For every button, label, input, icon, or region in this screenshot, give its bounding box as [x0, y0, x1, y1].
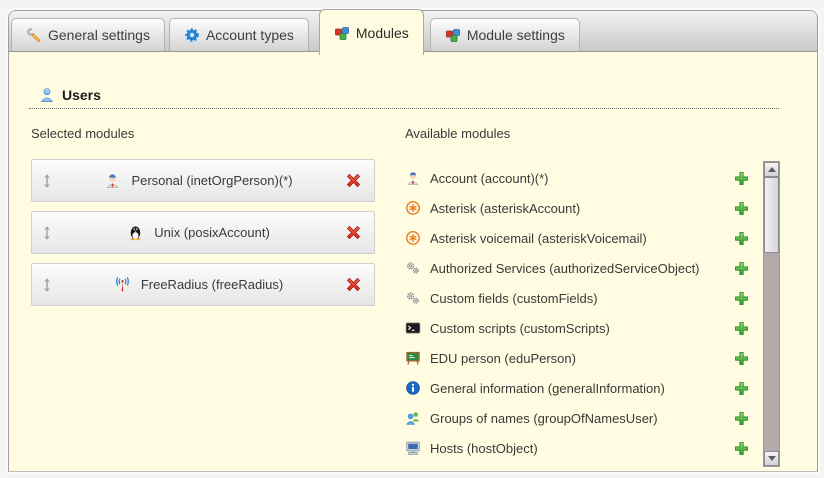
- plus-icon: [734, 351, 749, 366]
- add-module-button[interactable]: [734, 411, 749, 426]
- person-icon: [405, 170, 422, 187]
- tab-account-types[interactable]: Account types: [169, 18, 309, 51]
- radio-antenna-icon: [114, 276, 131, 293]
- gears-icon: [405, 260, 422, 277]
- module-label: Custom scripts (customScripts): [430, 321, 610, 336]
- triangle-down-icon: [768, 456, 776, 461]
- tab-module-settings[interactable]: Module settings: [430, 18, 580, 51]
- delete-x-icon: [345, 276, 362, 293]
- selected-modules-column: Selected modules: [31, 126, 375, 315]
- drag-handle-icon[interactable]: [42, 225, 52, 241]
- add-module-button[interactable]: [734, 231, 749, 246]
- module-entry: Unix (posixAccount): [52, 224, 345, 241]
- available-module-row-authorized-services: Authorized Services (authorizedServiceOb…: [405, 253, 749, 283]
- delete-x-icon: [345, 224, 362, 241]
- tab-modules[interactable]: Modules: [319, 9, 424, 55]
- users-section-header: Users: [29, 87, 779, 109]
- module-label: Authorized Services (authorizedServiceOb…: [430, 261, 700, 276]
- add-module-button[interactable]: [734, 261, 749, 276]
- asterisk-icon: [405, 200, 422, 217]
- module-label: Account (account)(*): [430, 171, 549, 186]
- scrollbar-thumb[interactable]: [764, 177, 779, 253]
- module-label: Groups of names (groupOfNamesUser): [430, 411, 658, 426]
- plus-icon: [734, 231, 749, 246]
- add-module-button[interactable]: [734, 321, 749, 336]
- remove-module-button[interactable]: [345, 224, 362, 241]
- scroll-up-button[interactable]: [764, 162, 779, 177]
- drag-handle-icon[interactable]: [42, 173, 52, 189]
- remove-module-button[interactable]: [345, 172, 362, 189]
- add-module-button[interactable]: [734, 171, 749, 186]
- available-module-row-hosts: Hosts (hostObject): [405, 433, 749, 463]
- available-module-row-asterisk-voicemail: Asterisk voicemail (asteriskVoicemail): [405, 223, 749, 253]
- module-label: Asterisk voicemail (asteriskVoicemail): [430, 231, 647, 246]
- plus-icon: [734, 171, 749, 186]
- tab-bar: General settings Account types Modules: [9, 11, 817, 52]
- plus-icon: [734, 291, 749, 306]
- tab-label: Module settings: [467, 27, 565, 43]
- module-label: Unix (posixAccount): [154, 225, 270, 240]
- available-module-row-general-information: General information (generalInformation): [405, 373, 749, 403]
- module-entry: FreeRadius (freeRadius): [52, 276, 345, 293]
- remove-module-button[interactable]: [345, 276, 362, 293]
- add-module-button[interactable]: [734, 291, 749, 306]
- module-label: General information (generalInformation): [430, 381, 665, 396]
- wrench-icon: [26, 27, 42, 43]
- triangle-up-icon: [768, 167, 776, 172]
- group-icon: [405, 410, 422, 427]
- section-title: Users: [62, 87, 101, 103]
- available-module-row-account: Account (account)(*): [405, 163, 749, 193]
- available-module-row-custom-fields: Custom fields (customFields): [405, 283, 749, 313]
- configuration-panel: General settings Account types Modules: [8, 10, 818, 472]
- available-modules-scrollbar[interactable]: [763, 161, 780, 467]
- tab-label: Modules: [356, 25, 409, 41]
- chalkboard-icon: [405, 350, 422, 367]
- selected-module-row-unix[interactable]: Unix (posixAccount): [31, 211, 375, 254]
- tab-label: General settings: [48, 27, 150, 43]
- computer-icon: [405, 440, 422, 457]
- module-label: Custom fields (customFields): [430, 291, 598, 306]
- module-label: Asterisk (asteriskAccount): [430, 201, 580, 216]
- tux-penguin-icon: [127, 224, 144, 241]
- available-modules-column: Available modules Account (account)(*): [405, 126, 749, 463]
- tab-general-settings[interactable]: General settings: [11, 18, 165, 51]
- scroll-down-button[interactable]: [764, 451, 779, 466]
- tab-label: Account types: [206, 27, 294, 43]
- modules-blocks-icon: [445, 27, 461, 43]
- module-label: FreeRadius (freeRadius): [141, 277, 283, 292]
- add-module-button[interactable]: [734, 351, 749, 366]
- available-modules-heading: Available modules: [405, 126, 749, 141]
- selected-modules-heading: Selected modules: [31, 126, 375, 141]
- available-module-row-asterisk: Asterisk (asteriskAccount): [405, 193, 749, 223]
- drag-handle-icon[interactable]: [42, 277, 52, 293]
- available-module-row-custom-scripts: Custom scripts (customScripts): [405, 313, 749, 343]
- available-module-row-edu-person: EDU person (eduPerson): [405, 343, 749, 373]
- add-module-button[interactable]: [734, 441, 749, 456]
- info-icon: [405, 380, 422, 397]
- plus-icon: [734, 381, 749, 396]
- user-silhouette-icon: [39, 87, 55, 103]
- plus-icon: [734, 321, 749, 336]
- module-label: Hosts (hostObject): [430, 441, 538, 456]
- plus-icon: [734, 441, 749, 456]
- module-label: Personal (inetOrgPerson)(*): [131, 173, 292, 188]
- asterisk-icon: [405, 230, 422, 247]
- selected-module-row-freeradius[interactable]: FreeRadius (freeRadius): [31, 263, 375, 306]
- add-module-button[interactable]: [734, 201, 749, 216]
- gears-icon: [405, 290, 422, 307]
- add-module-button[interactable]: [734, 381, 749, 396]
- gear-icon: [184, 27, 200, 43]
- available-module-row-groups-of-names: Groups of names (groupOfNamesUser): [405, 403, 749, 433]
- delete-x-icon: [345, 172, 362, 189]
- person-icon: [104, 172, 121, 189]
- plus-icon: [734, 411, 749, 426]
- module-label: EDU person (eduPerson): [430, 351, 576, 366]
- plus-icon: [734, 261, 749, 276]
- modules-tab-content: Users Selected modules: [9, 51, 817, 471]
- plus-icon: [734, 201, 749, 216]
- module-entry: Personal (inetOrgPerson)(*): [52, 172, 345, 189]
- selected-module-row-personal[interactable]: Personal (inetOrgPerson)(*): [31, 159, 375, 202]
- terminal-icon: [405, 320, 422, 337]
- modules-blocks-icon: [334, 25, 350, 41]
